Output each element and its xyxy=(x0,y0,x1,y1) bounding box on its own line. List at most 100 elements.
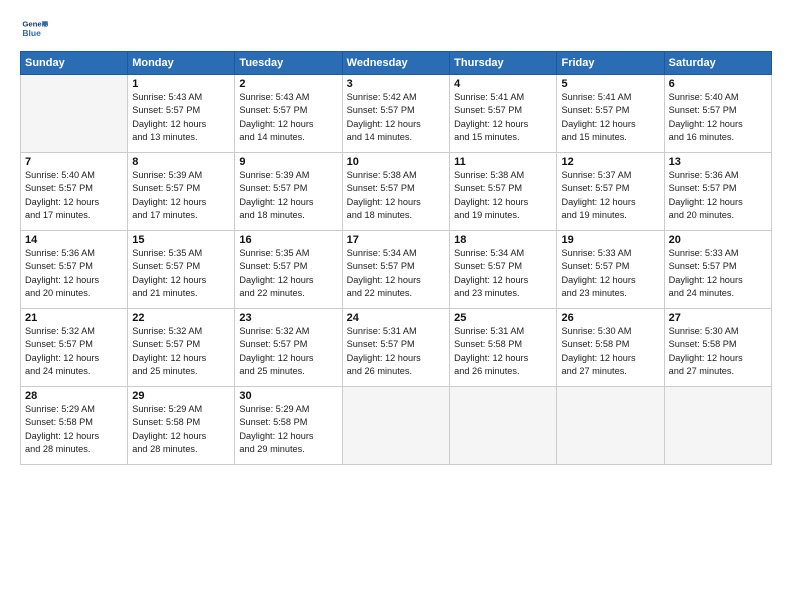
day-info: Sunrise: 5:35 AMSunset: 5:57 PMDaylight:… xyxy=(239,248,313,298)
day-info: Sunrise: 5:29 AMSunset: 5:58 PMDaylight:… xyxy=(239,404,313,454)
weekday-header-cell: Sunday xyxy=(21,52,128,75)
calendar-day-cell: 27 Sunrise: 5:30 AMSunset: 5:58 PMDaylig… xyxy=(664,309,771,387)
weekday-header-cell: Tuesday xyxy=(235,52,342,75)
calendar-day-cell: 15 Sunrise: 5:35 AMSunset: 5:57 PMDaylig… xyxy=(128,231,235,309)
calendar-day-cell: 8 Sunrise: 5:39 AMSunset: 5:57 PMDayligh… xyxy=(128,153,235,231)
calendar-day-cell: 2 Sunrise: 5:43 AMSunset: 5:57 PMDayligh… xyxy=(235,75,342,153)
page-container: General Blue SundayMondayTuesdayWednesda… xyxy=(0,0,792,475)
day-info: Sunrise: 5:41 AMSunset: 5:57 PMDaylight:… xyxy=(561,92,635,142)
day-info: Sunrise: 5:37 AMSunset: 5:57 PMDaylight:… xyxy=(561,170,635,220)
day-info: Sunrise: 5:41 AMSunset: 5:57 PMDaylight:… xyxy=(454,92,528,142)
calendar-table: SundayMondayTuesdayWednesdayThursdayFrid… xyxy=(20,51,772,465)
svg-text:Blue: Blue xyxy=(22,28,41,38)
calendar-day-cell: 11 Sunrise: 5:38 AMSunset: 5:57 PMDaylig… xyxy=(450,153,557,231)
day-info: Sunrise: 5:38 AMSunset: 5:57 PMDaylight:… xyxy=(347,170,421,220)
calendar-day-cell: 7 Sunrise: 5:40 AMSunset: 5:57 PMDayligh… xyxy=(21,153,128,231)
day-number: 19 xyxy=(561,234,659,246)
day-number: 27 xyxy=(669,312,767,324)
calendar-day-cell: 24 Sunrise: 5:31 AMSunset: 5:57 PMDaylig… xyxy=(342,309,449,387)
day-info: Sunrise: 5:43 AMSunset: 5:57 PMDaylight:… xyxy=(132,92,206,142)
calendar-week-row: 14 Sunrise: 5:36 AMSunset: 5:57 PMDaylig… xyxy=(21,231,772,309)
weekday-header-cell: Saturday xyxy=(664,52,771,75)
calendar-day-cell: 13 Sunrise: 5:36 AMSunset: 5:57 PMDaylig… xyxy=(664,153,771,231)
day-number: 11 xyxy=(454,156,552,168)
day-number: 17 xyxy=(347,234,445,246)
weekday-header-cell: Thursday xyxy=(450,52,557,75)
day-info: Sunrise: 5:32 AMSunset: 5:57 PMDaylight:… xyxy=(132,326,206,376)
day-info: Sunrise: 5:32 AMSunset: 5:57 PMDaylight:… xyxy=(239,326,313,376)
day-number: 21 xyxy=(25,312,123,324)
day-info: Sunrise: 5:34 AMSunset: 5:57 PMDaylight:… xyxy=(454,248,528,298)
calendar-day-cell xyxy=(450,387,557,465)
weekday-header-cell: Wednesday xyxy=(342,52,449,75)
calendar-day-cell: 29 Sunrise: 5:29 AMSunset: 5:58 PMDaylig… xyxy=(128,387,235,465)
day-info: Sunrise: 5:33 AMSunset: 5:57 PMDaylight:… xyxy=(669,248,743,298)
calendar-day-cell: 12 Sunrise: 5:37 AMSunset: 5:57 PMDaylig… xyxy=(557,153,664,231)
day-info: Sunrise: 5:35 AMSunset: 5:57 PMDaylight:… xyxy=(132,248,206,298)
calendar-day-cell: 4 Sunrise: 5:41 AMSunset: 5:57 PMDayligh… xyxy=(450,75,557,153)
day-number: 30 xyxy=(239,390,337,402)
day-number: 20 xyxy=(669,234,767,246)
day-number: 28 xyxy=(25,390,123,402)
day-info: Sunrise: 5:36 AMSunset: 5:57 PMDaylight:… xyxy=(25,248,99,298)
calendar-day-cell: 16 Sunrise: 5:35 AMSunset: 5:57 PMDaylig… xyxy=(235,231,342,309)
calendar-day-cell: 3 Sunrise: 5:42 AMSunset: 5:57 PMDayligh… xyxy=(342,75,449,153)
calendar-day-cell: 30 Sunrise: 5:29 AMSunset: 5:58 PMDaylig… xyxy=(235,387,342,465)
day-number: 6 xyxy=(669,78,767,90)
logo: General Blue xyxy=(20,15,48,43)
logo-icon: General Blue xyxy=(20,15,48,43)
day-number: 4 xyxy=(454,78,552,90)
weekday-header-cell: Monday xyxy=(128,52,235,75)
calendar-day-cell: 14 Sunrise: 5:36 AMSunset: 5:57 PMDaylig… xyxy=(21,231,128,309)
calendar-day-cell: 1 Sunrise: 5:43 AMSunset: 5:57 PMDayligh… xyxy=(128,75,235,153)
day-info: Sunrise: 5:36 AMSunset: 5:57 PMDaylight:… xyxy=(669,170,743,220)
day-number: 22 xyxy=(132,312,230,324)
day-info: Sunrise: 5:38 AMSunset: 5:57 PMDaylight:… xyxy=(454,170,528,220)
day-number: 18 xyxy=(454,234,552,246)
day-info: Sunrise: 5:31 AMSunset: 5:57 PMDaylight:… xyxy=(347,326,421,376)
calendar-day-cell: 9 Sunrise: 5:39 AMSunset: 5:57 PMDayligh… xyxy=(235,153,342,231)
day-number: 26 xyxy=(561,312,659,324)
day-info: Sunrise: 5:43 AMSunset: 5:57 PMDaylight:… xyxy=(239,92,313,142)
calendar-day-cell xyxy=(557,387,664,465)
day-info: Sunrise: 5:42 AMSunset: 5:57 PMDaylight:… xyxy=(347,92,421,142)
day-number: 15 xyxy=(132,234,230,246)
calendar-day-cell: 17 Sunrise: 5:34 AMSunset: 5:57 PMDaylig… xyxy=(342,231,449,309)
calendar-day-cell: 26 Sunrise: 5:30 AMSunset: 5:58 PMDaylig… xyxy=(557,309,664,387)
calendar-week-row: 21 Sunrise: 5:32 AMSunset: 5:57 PMDaylig… xyxy=(21,309,772,387)
day-number: 23 xyxy=(239,312,337,324)
calendar-day-cell: 19 Sunrise: 5:33 AMSunset: 5:57 PMDaylig… xyxy=(557,231,664,309)
day-number: 10 xyxy=(347,156,445,168)
calendar-day-cell xyxy=(342,387,449,465)
calendar-day-cell: 28 Sunrise: 5:29 AMSunset: 5:58 PMDaylig… xyxy=(21,387,128,465)
weekday-header-row: SundayMondayTuesdayWednesdayThursdayFrid… xyxy=(21,52,772,75)
calendar-day-cell xyxy=(664,387,771,465)
calendar-day-cell: 23 Sunrise: 5:32 AMSunset: 5:57 PMDaylig… xyxy=(235,309,342,387)
calendar-day-cell: 25 Sunrise: 5:31 AMSunset: 5:58 PMDaylig… xyxy=(450,309,557,387)
calendar-week-row: 7 Sunrise: 5:40 AMSunset: 5:57 PMDayligh… xyxy=(21,153,772,231)
day-info: Sunrise: 5:31 AMSunset: 5:58 PMDaylight:… xyxy=(454,326,528,376)
calendar-day-cell: 22 Sunrise: 5:32 AMSunset: 5:57 PMDaylig… xyxy=(128,309,235,387)
day-info: Sunrise: 5:33 AMSunset: 5:57 PMDaylight:… xyxy=(561,248,635,298)
day-info: Sunrise: 5:29 AMSunset: 5:58 PMDaylight:… xyxy=(132,404,206,454)
calendar-week-row: 1 Sunrise: 5:43 AMSunset: 5:57 PMDayligh… xyxy=(21,75,772,153)
day-info: Sunrise: 5:32 AMSunset: 5:57 PMDaylight:… xyxy=(25,326,99,376)
day-number: 16 xyxy=(239,234,337,246)
day-number: 3 xyxy=(347,78,445,90)
day-info: Sunrise: 5:34 AMSunset: 5:57 PMDaylight:… xyxy=(347,248,421,298)
day-number: 24 xyxy=(347,312,445,324)
day-number: 9 xyxy=(239,156,337,168)
day-number: 5 xyxy=(561,78,659,90)
calendar-day-cell: 5 Sunrise: 5:41 AMSunset: 5:57 PMDayligh… xyxy=(557,75,664,153)
day-number: 12 xyxy=(561,156,659,168)
calendar-day-cell: 20 Sunrise: 5:33 AMSunset: 5:57 PMDaylig… xyxy=(664,231,771,309)
calendar-week-row: 28 Sunrise: 5:29 AMSunset: 5:58 PMDaylig… xyxy=(21,387,772,465)
day-number: 1 xyxy=(132,78,230,90)
day-info: Sunrise: 5:39 AMSunset: 5:57 PMDaylight:… xyxy=(239,170,313,220)
calendar-day-cell: 10 Sunrise: 5:38 AMSunset: 5:57 PMDaylig… xyxy=(342,153,449,231)
calendar-day-cell xyxy=(21,75,128,153)
header: General Blue xyxy=(20,15,772,43)
calendar-day-cell: 18 Sunrise: 5:34 AMSunset: 5:57 PMDaylig… xyxy=(450,231,557,309)
day-number: 7 xyxy=(25,156,123,168)
day-info: Sunrise: 5:40 AMSunset: 5:57 PMDaylight:… xyxy=(25,170,99,220)
